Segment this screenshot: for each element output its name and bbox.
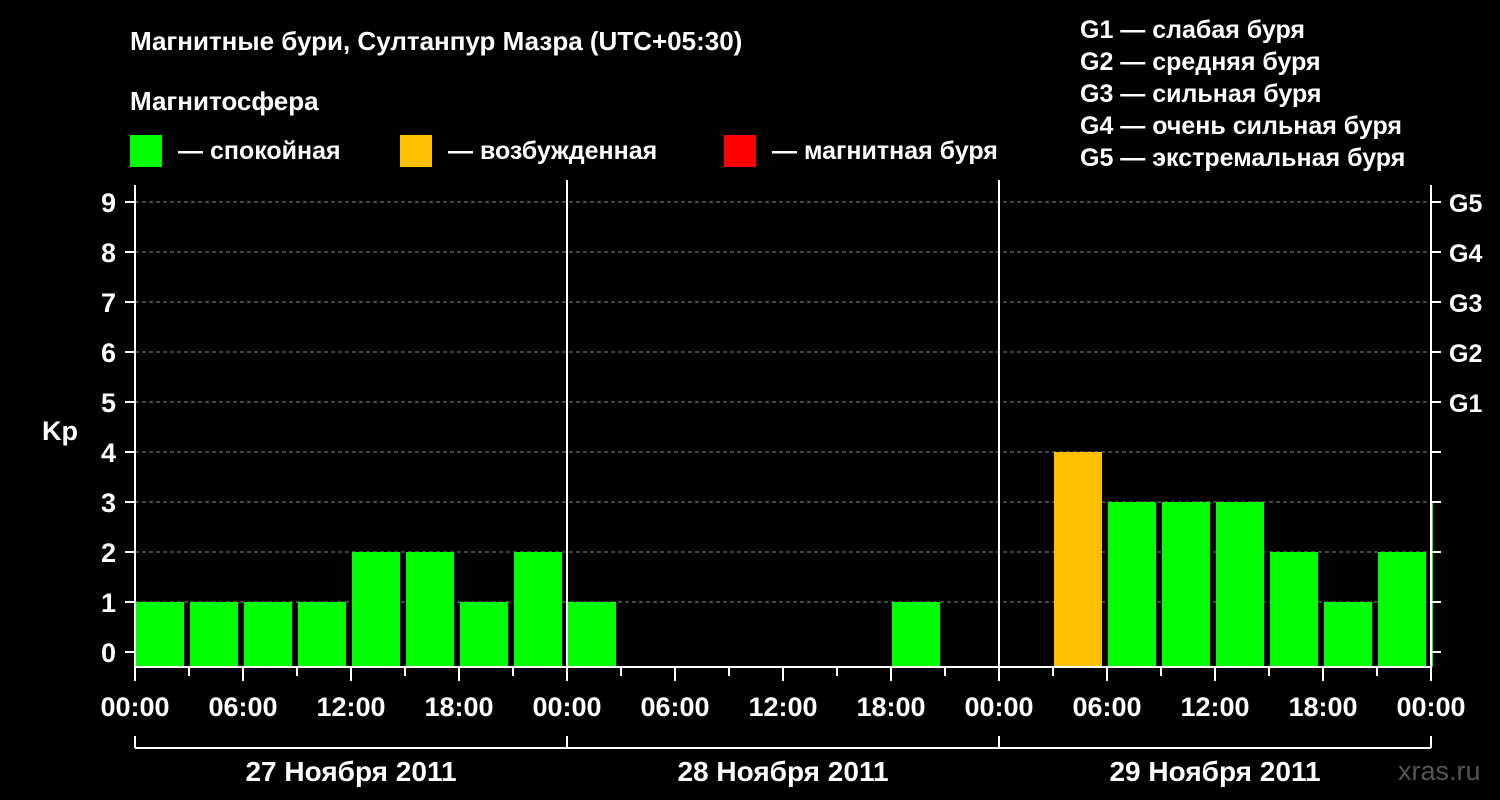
y-tick-label-1: 1 xyxy=(101,588,116,618)
bar-15 xyxy=(1324,602,1372,667)
legend-label-disturbed: — возбужденная xyxy=(448,137,657,165)
x-tick-label-10: 12:00 xyxy=(1180,692,1249,722)
day-label-2: 29 Ноября 2011 xyxy=(1109,756,1320,787)
y-tick-labels: 0 1 2 3 4 5 6 7 8 9 xyxy=(101,188,116,668)
bar-7 xyxy=(514,552,562,667)
storm-scale-g4: G4 — очень сильная буря xyxy=(1080,112,1402,140)
y-tick-label-6: 6 xyxy=(101,338,116,368)
bar-16 xyxy=(1378,552,1426,667)
y-tick-label-4: 4 xyxy=(101,438,116,468)
legend-swatch-storm xyxy=(724,135,756,167)
bar-3 xyxy=(298,602,346,667)
day-label-0: 27 Ноября 2011 xyxy=(245,756,456,787)
storm-scale-g1: G1 — слабая буря xyxy=(1080,16,1305,44)
x-tick-label-11: 18:00 xyxy=(1288,692,1357,722)
y-tick-label-2: 2 xyxy=(101,538,116,568)
legend-swatch-calm xyxy=(130,135,162,167)
x-tick-label-3: 18:00 xyxy=(424,692,493,722)
right-axis-label-g2: G2 xyxy=(1449,340,1482,368)
storm-scale-g5: G5 — экстремальная буря xyxy=(1080,144,1405,172)
legend-label-calm: — спокойная xyxy=(178,137,341,165)
legend-swatch-disturbed xyxy=(400,135,432,167)
x-tick-label-5: 06:00 xyxy=(640,692,709,722)
day-labels: 27 Ноября 2011 28 Ноября 2011 29 Ноября 20… xyxy=(245,756,1320,787)
x-tick-label-7: 18:00 xyxy=(856,692,925,722)
bar-14 xyxy=(1270,552,1318,667)
right-axis-label-g1: G1 xyxy=(1449,390,1482,418)
right-axis-label-g3: G3 xyxy=(1449,290,1482,318)
right-axis-labels: G1 G2 G3 G4 G5 xyxy=(1449,190,1482,418)
x-tick-label-6: 12:00 xyxy=(748,692,817,722)
bar-0 xyxy=(136,602,184,667)
x-tick-label-0: 00:00 xyxy=(100,692,169,722)
bar-13 xyxy=(1216,502,1264,667)
bar-6 xyxy=(460,602,508,667)
bar-1 xyxy=(190,602,238,667)
storm-scale-g3: G3 — сильная буря xyxy=(1080,80,1322,108)
legend: — спокойная — возбужденная — магнитная б… xyxy=(130,135,998,167)
bar-10 xyxy=(1054,452,1102,667)
x-tick-label-1: 06:00 xyxy=(208,692,277,722)
x-tick-labels: 00:00 06:00 12:00 18:00 00:00 06:00 12:00 18:00… xyxy=(100,692,1465,722)
bar-17 xyxy=(1432,502,1433,667)
y-tick-label-3: 3 xyxy=(101,488,116,518)
right-axis-label-g5: G5 xyxy=(1449,190,1482,218)
watermark: xras.ru xyxy=(1398,756,1481,786)
x-tick-label-8: 00:00 xyxy=(964,692,1033,722)
storm-scale-list: G1 — слабая буря G2 — средняя буря G3 — … xyxy=(1080,16,1405,172)
bars xyxy=(136,452,1433,667)
x-tick-label-2: 12:00 xyxy=(316,692,385,722)
bar-12 xyxy=(1162,502,1210,667)
y-tick-label-5: 5 xyxy=(101,388,116,418)
bar-5 xyxy=(406,552,454,667)
storm-scale-g2: G2 — средняя буря xyxy=(1080,48,1321,76)
y-tick-label-7: 7 xyxy=(101,288,116,318)
bar-8 xyxy=(568,602,616,667)
bar-4 xyxy=(352,552,400,667)
y-tick-label-0: 0 xyxy=(101,638,116,668)
x-tick-label-4: 00:00 xyxy=(532,692,601,722)
bar-9 xyxy=(892,602,940,667)
y-tick-label-9: 9 xyxy=(101,188,116,218)
y-axis-label: Kp xyxy=(42,416,78,446)
x-tick-label-9: 06:00 xyxy=(1072,692,1141,722)
legend-label-storm: — магнитная буря xyxy=(772,137,998,165)
chart-subtitle: Магнитосфера xyxy=(130,86,319,116)
bar-11 xyxy=(1108,502,1156,667)
kp-chart: Магнитные бури, Султанпур Мазра (UTC+05:… xyxy=(42,16,1482,787)
y-tick-label-8: 8 xyxy=(101,238,116,268)
day-label-1: 28 Ноября 2011 xyxy=(677,756,888,787)
chart-title: Магнитные бури, Султанпур Мазра (UTC+05:… xyxy=(130,26,742,56)
right-axis-label-g4: G4 xyxy=(1449,240,1482,268)
bar-2 xyxy=(244,602,292,667)
x-tick-label-12: 00:00 xyxy=(1396,692,1465,722)
